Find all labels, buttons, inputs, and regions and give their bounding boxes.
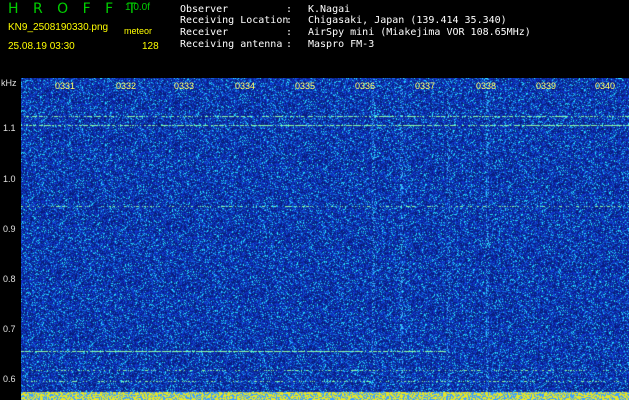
x-tick-label: 0337 (415, 81, 436, 91)
x-tick-label: 0338 (476, 81, 497, 91)
count-value: 128 (142, 41, 159, 52)
x-tick-label: 0333 (174, 81, 195, 91)
x-tick-label: 0339 (536, 81, 557, 91)
meta-value-antenna: Maspro FM-3 (308, 39, 375, 50)
meta-value-observer: K.Nagai (308, 4, 351, 15)
x-tick-label: 0332 (116, 81, 137, 91)
x-tick-label: 0334 (235, 81, 256, 91)
meta-label-antenna: Receiving antenna (180, 39, 283, 50)
meta-label-receiver: Receiver (180, 27, 229, 38)
waterfall-spectrogram (21, 78, 629, 400)
meta-value-location: Chigasaki, Japan (139.414 35.340) (308, 15, 507, 26)
y-tick-label: 0.9 (3, 224, 16, 234)
y-tick-label: 0.7 (3, 324, 16, 334)
x-tick-label: 0331 (55, 81, 76, 91)
y-tick-label: 0.8 (3, 274, 16, 284)
meta-colon: : (286, 4, 293, 15)
y-tick-label: 1.1 (3, 123, 16, 133)
file-name: KN9_2508190330.png (8, 22, 109, 33)
app-title: H R O F F T (8, 1, 142, 17)
y-axis-unit: kHz (1, 78, 17, 88)
x-tick-label: 0340 (595, 81, 616, 91)
x-tick-label: 0336 (355, 81, 376, 91)
x-tick-label: 0335 (295, 81, 316, 91)
meta-colon: : (286, 27, 293, 38)
mode-label: meteor (124, 26, 153, 36)
waterfall-canvas (21, 78, 629, 400)
header-panel: H R O F F T 1.0.0f KN9_2508190330.png me… (0, 0, 629, 78)
meta-label-location: Receiving Location (180, 15, 289, 26)
meta-label-observer: Observer (180, 4, 229, 15)
meta-colon: : (286, 15, 293, 26)
version-label: 1.0.0f (125, 2, 151, 13)
meta-value-receiver: AirSpy mini (Miakejima VOR 108.65MHz) (308, 27, 531, 38)
y-tick-label: 0.6 (3, 374, 16, 384)
meta-colon: : (286, 39, 293, 50)
timestamp: 25.08.19 03:30 (8, 41, 75, 52)
y-tick-label: 1.0 (3, 174, 16, 184)
